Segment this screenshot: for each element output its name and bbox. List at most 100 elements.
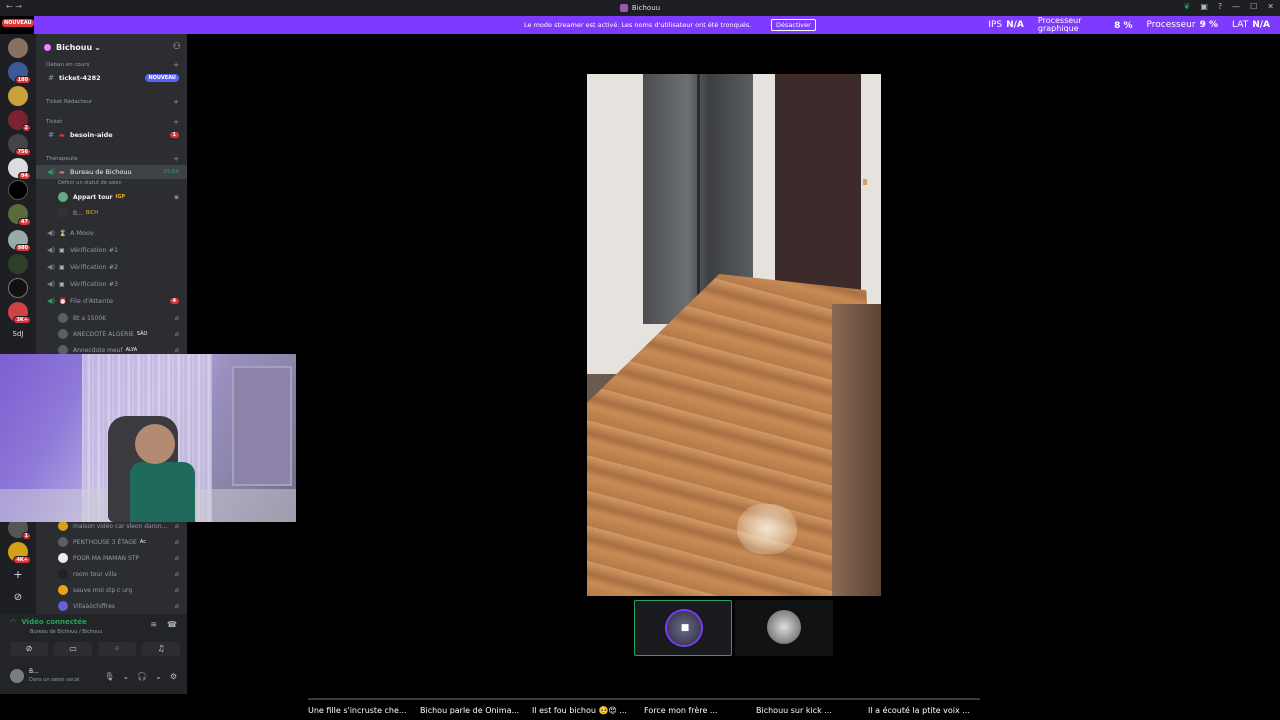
back-arrow-icon[interactable]: ← — [6, 2, 13, 11]
gpu-stat: Processeur graphique 8 % — [1037, 16, 1133, 33]
category-ticket[interactable]: Ticket + — [36, 115, 187, 129]
add-member-icon[interactable]: ⚇ — [173, 42, 181, 52]
clip-title[interactable]: Force mon frère ... — [644, 698, 756, 720]
voice-user[interactable]: ANECDOTE ALGÉRIE SÃO ⌀ — [36, 327, 187, 341]
mic-muted-icon: ⌀ — [174, 522, 179, 530]
clip-title[interactable]: Il est fou bichou 🥺😍 ... — [532, 698, 644, 720]
channel-besoin-aide[interactable]: # ▬ besoin-aide 1 — [36, 128, 187, 142]
server-icon[interactable]: 3K+ — [8, 302, 31, 324]
clip-title[interactable]: Une fille s'incruste che... — [308, 698, 420, 720]
server-icon[interactable]: 94 — [8, 158, 31, 180]
server-icon[interactable]: 756 — [8, 134, 31, 156]
voice-channel-bureau[interactable]: ◀) ▬ Bureau de Bichouu 25:64 — [36, 165, 187, 179]
server-icon[interactable]: 180 — [8, 62, 31, 84]
noise-suppression-icon[interactable]: ≋ — [150, 620, 157, 629]
server-icon[interactable] — [8, 38, 28, 58]
guild-header[interactable]: Bichouu ⌄ ⚇ — [36, 34, 187, 60]
window-title-text: Bichouu — [631, 4, 661, 12]
unread-count: 1 — [169, 132, 179, 138]
voice-user[interactable]: PENTHOUSE 3 ÉTAGE Ac ⌀ — [36, 535, 187, 549]
mic-muted-icon: ⌀ — [174, 570, 179, 578]
hash-icon: # — [48, 74, 54, 82]
voice-user[interactable]: room tour villa ⌀ — [36, 567, 187, 581]
discover-icon[interactable]: ⊘ — [8, 592, 28, 603]
voice-user[interactable]: POUR MA MAMAN STP ⌀ — [36, 551, 187, 565]
user-controls: 🎙 ⌄ 🎧 ⌄ ⚙ — [104, 672, 177, 681]
voice-channel-verif3[interactable]: ◀) ▣ Vérification #3 — [36, 277, 187, 291]
unread-count: 4 — [169, 298, 179, 304]
headphones-icon[interactable]: 🎧 — [137, 672, 147, 681]
voice-user[interactable]: Bt a 1500K ⌀ — [36, 311, 187, 325]
channel-status[interactable]: Définir un statut de salon — [58, 180, 122, 186]
avatar — [58, 521, 68, 531]
avatar — [58, 192, 68, 202]
category-deban[interactable]: Deban en cours + — [36, 58, 187, 72]
inbox-icon[interactable]: ▣ — [1200, 2, 1208, 11]
voice-channel-file-attente[interactable]: ◀) ⏰ File d'Attente 4 — [36, 294, 187, 308]
screen-share-button[interactable]: ▭ — [54, 642, 92, 656]
settings-gear-icon[interactable]: ⚙ — [170, 672, 177, 681]
voice-user[interactable]: Villaàòchiffres ⌀ — [36, 599, 187, 613]
maximize-icon[interactable]: ☐ — [1250, 2, 1257, 11]
video-light-reflection — [737, 504, 797, 554]
server-icon[interactable]: 980 — [8, 230, 31, 252]
chevron-down-icon[interactable]: ⌄ — [155, 672, 162, 681]
webcam-person-body — [130, 462, 195, 522]
voice-channel-a-moov[interactable]: ◀) ⌛ A Moov — [36, 226, 187, 240]
server-icon[interactable] — [8, 180, 28, 200]
soundboard-button[interactable]: ♫ — [142, 642, 180, 656]
streamer-mode-message: Le mode streamer est activé. Les noms d'… — [524, 21, 752, 29]
camera-icon: ■ — [680, 623, 690, 633]
avatar — [58, 208, 68, 218]
voice-user[interactable]: sauve moi stp c urg ⌀ — [36, 583, 187, 597]
disable-streamer-mode-button[interactable]: Désactiver — [771, 19, 816, 31]
plus-icon: + — [173, 118, 179, 126]
main-video-stream[interactable] — [587, 74, 881, 596]
channel-ticket-4282[interactable]: # ticket-4282 NOUVEAU — [36, 71, 187, 85]
server-icon[interactable]: 47 — [8, 204, 31, 226]
forward-arrow-icon[interactable]: → — [15, 2, 22, 11]
mic-muted-icon: ⌀ — [174, 586, 179, 594]
minimize-icon[interactable]: — — [1232, 2, 1240, 11]
activities-button[interactable]: ⁘ — [98, 642, 136, 656]
voice-action-buttons: ⊘ ▭ ⁘ ♫ — [10, 642, 180, 656]
mic-muted-icon: ⌀ — [174, 330, 179, 338]
server-icon[interactable]: 2 — [8, 110, 31, 132]
call-timer: 25:64 — [163, 169, 179, 175]
lock-icon: ▣ — [59, 247, 65, 254]
chevron-down-icon[interactable]: ⌄ — [122, 672, 129, 681]
app-logo-icon — [619, 4, 628, 12]
microphone-icon[interactable]: 🎙 — [104, 672, 114, 681]
voice-channel-path[interactable]: Bureau de Bichouu / Bichouu — [30, 629, 102, 635]
server-icon[interactable]: 4K+ — [8, 542, 31, 564]
clip-title[interactable]: Bichou parle de Onima... — [420, 698, 532, 720]
voice-user[interactable]: Appart tour IGP ▪ — [36, 190, 187, 204]
server-icon[interactable] — [8, 254, 28, 274]
clip-title[interactable]: Bichouu sur kick ... — [756, 698, 868, 720]
cpu-stat: Processeur 9 % — [1146, 20, 1219, 30]
server-sdj[interactable]: SdJ — [8, 330, 28, 338]
category-ticket-redacteur[interactable]: Ticket Rédacteur + — [36, 95, 187, 109]
server-icon[interactable] — [8, 86, 28, 106]
mic-muted-icon: ⌀ — [174, 314, 179, 322]
participant-tile-self[interactable]: ■ — [634, 600, 732, 656]
add-server-button[interactable]: + — [8, 568, 28, 581]
signal-icon: ◠ — [10, 618, 16, 626]
voice-channel-verif1[interactable]: ◀) ▣ Vérification #1 — [36, 243, 187, 257]
disconnect-icon[interactable]: ☎ — [167, 620, 177, 629]
video-door — [775, 74, 861, 296]
leaf-icon[interactable]: ❦ — [1184, 2, 1191, 11]
camera-off-button[interactable]: ⊘ — [10, 642, 48, 656]
voice-user[interactable]: B... BICH — [36, 206, 187, 220]
category-therapeute[interactable]: Thérapeute + — [36, 152, 187, 166]
voice-controls: ≋ ☎ — [150, 620, 177, 629]
server-icon[interactable] — [8, 278, 28, 298]
participant-tile[interactable] — [735, 600, 833, 656]
voice-channel-verif2[interactable]: ◀) ▣ Vérification #2 — [36, 260, 187, 274]
voice-status-text[interactable]: Vidéo connectée — [21, 618, 86, 626]
current-user[interactable]: B... Dans un salon vocal — [10, 668, 79, 684]
window-controls: ❦ ▣ ? — ☐ ✕ — [1184, 2, 1274, 11]
close-icon[interactable]: ✕ — [1267, 2, 1274, 11]
help-icon[interactable]: ? — [1218, 2, 1222, 11]
clip-title[interactable]: Il a écouté la ptite voix ... — [868, 698, 980, 720]
